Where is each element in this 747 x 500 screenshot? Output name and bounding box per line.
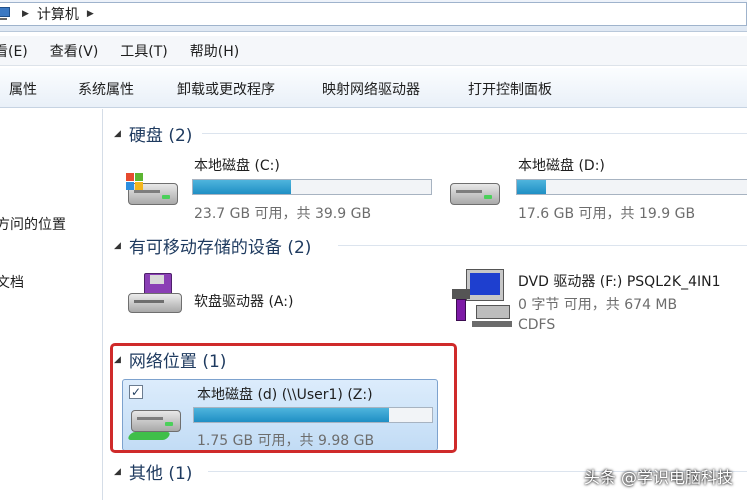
command-bar: 属性 系统属性 卸载或更改程序 映射网络驱动器 打开控制面板	[0, 68, 747, 108]
drive-c-info: 23.7 GB 可用，共 39.9 GB	[194, 206, 372, 222]
select-checkbox[interactable]: ✓	[129, 385, 143, 399]
group-title: 网络位置 (1)	[128, 352, 227, 372]
open-control-panel-button[interactable]: 打开控制面板	[468, 79, 552, 99]
menu-help[interactable]: 帮助(H)	[190, 41, 239, 61]
content-pane: ◢ 硬盘 (2) 本地磁盘 (C:) 23.7 GB 可用，共 39.9 GB …	[104, 109, 747, 500]
map-network-drive-button[interactable]: 映射网络驱动器	[322, 79, 420, 99]
menu-bar: 看(E) 查看(V) 工具(T) 帮助(H)	[0, 36, 747, 66]
drive-c[interactable]: 本地磁盘 (C:) 23.7 GB 可用，共 39.9 GB	[122, 151, 442, 222]
group-divider	[338, 245, 747, 246]
uninstall-program-button[interactable]: 卸载或更改程序	[177, 79, 275, 99]
collapse-triangle-icon[interactable]: ◢	[114, 241, 121, 251]
network-drive-icon	[126, 400, 185, 442]
hard-disk-icon	[446, 173, 504, 215]
system-properties-button[interactable]: 系统属性	[78, 79, 134, 99]
menu-tools[interactable]: 工具(T)	[120, 41, 167, 61]
navigation-pane: 方问的位置 文档	[0, 109, 103, 500]
group-header-removable[interactable]: ◢ 有可移动存储的设备 (2)	[114, 233, 311, 258]
drive-c-usage-fill	[193, 180, 291, 194]
drive-d-info: 17.6 GB 可用，共 19.9 GB	[518, 206, 696, 222]
nav-item-documents[interactable]: 文档	[0, 272, 24, 292]
computer-icon	[0, 7, 14, 21]
group-title: 其他 (1)	[128, 464, 193, 484]
drive-d-usage-fill	[517, 180, 546, 194]
drive-c-name: 本地磁盘 (C:)	[194, 158, 280, 174]
group-title: 有可移动存储的设备 (2)	[128, 238, 312, 258]
group-divider	[202, 133, 747, 134]
network-drive-z[interactable]: ✓ 本地磁盘 (d) (\\User1) (Z:) 1.75 GB 可用，共 9…	[122, 379, 438, 451]
drive-a[interactable]: 软盘驱动器 (A:)	[122, 269, 442, 329]
drive-z-usage-fill	[194, 408, 390, 422]
drive-a-name: 软盘驱动器 (A:)	[194, 294, 294, 310]
collapse-triangle-icon[interactable]: ◢	[114, 129, 121, 139]
properties-button[interactable]: 属性	[9, 79, 37, 99]
group-title: 硬盘 (2)	[128, 126, 193, 146]
breadcrumb-arrow-icon[interactable]: ▶	[87, 9, 94, 19]
drive-f-name: DVD 驱动器 (F:) PSQL2K_4IN1	[518, 274, 721, 290]
drive-z-name: 本地磁盘 (d) (\\User1) (Z:)	[197, 387, 373, 403]
group-header-network[interactable]: ◢ 网络位置 (1)	[114, 347, 226, 372]
address-bar: ▶ 计算机 ▶	[0, 0, 747, 32]
collapse-triangle-icon[interactable]: ◢	[114, 467, 121, 477]
drive-d-usage-bar	[516, 179, 747, 195]
drive-d-name: 本地磁盘 (D:)	[518, 158, 605, 174]
breadcrumb-arrow-icon[interactable]: ▶	[22, 9, 29, 19]
drive-z-info: 1.75 GB 可用，共 9.98 GB	[197, 433, 375, 449]
address-box[interactable]: ▶ 计算机 ▶	[0, 2, 747, 26]
floppy-drive-icon	[126, 273, 184, 323]
menu-edit[interactable]: 看(E)	[0, 41, 28, 61]
drive-f-filesystem: CDFS	[518, 317, 556, 333]
group-header-hard-disks[interactable]: ◢ 硬盘 (2)	[114, 121, 192, 146]
group-header-other[interactable]: ◢ 其他 (1)	[114, 459, 192, 484]
windows-logo-icon	[126, 173, 144, 191]
hard-disk-icon	[124, 173, 182, 215]
menu-view[interactable]: 查看(V)	[50, 41, 99, 61]
drive-z-usage-bar	[193, 407, 433, 423]
drive-f[interactable]: DVD 驱动器 (F:) PSQL2K_4IN1 0 字节 可用，共 674 M…	[446, 263, 747, 343]
nav-item-recent-places[interactable]: 方问的位置	[0, 214, 66, 234]
drive-d[interactable]: 本地磁盘 (D:) 17.6 GB 可用，共 19.9 GB	[446, 151, 747, 222]
watermark: 头条 @学识电脑科技	[583, 468, 733, 487]
dvd-drive-icon	[450, 269, 514, 331]
drive-c-usage-bar	[192, 179, 432, 195]
collapse-triangle-icon[interactable]: ◢	[114, 355, 121, 365]
drive-f-info: 0 字节 可用，共 674 MB	[518, 297, 678, 313]
breadcrumb-computer[interactable]: 计算机	[37, 4, 79, 24]
